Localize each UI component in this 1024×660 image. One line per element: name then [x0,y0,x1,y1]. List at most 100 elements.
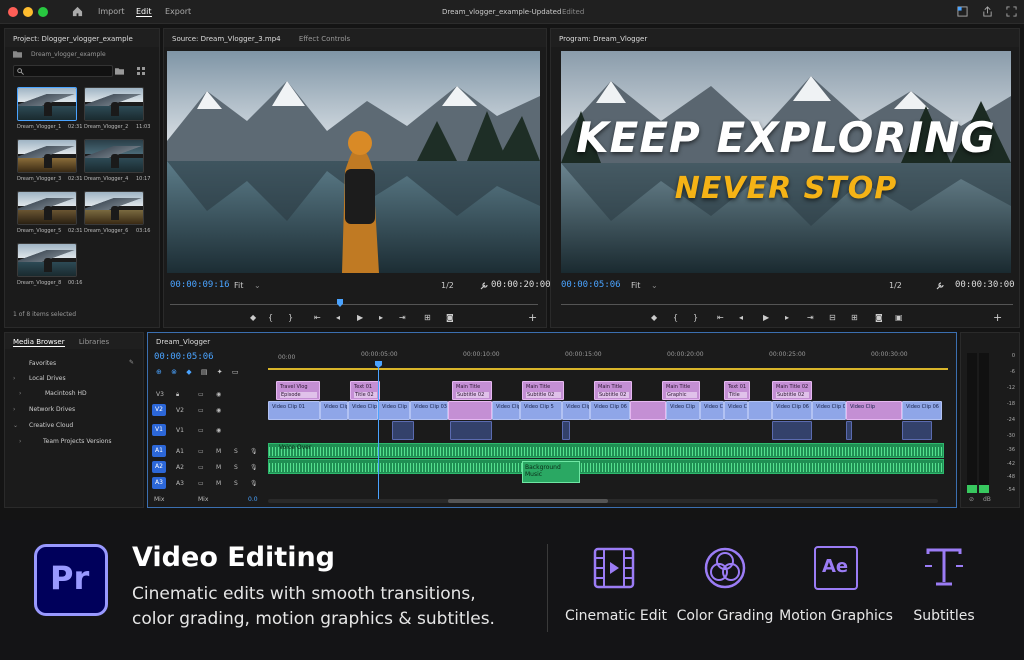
video-clip-thumbnail[interactable] [846,421,852,440]
chevron-right-icon[interactable]: › [19,390,21,397]
audio-clip-background-music[interactable]: Background Music [522,461,580,483]
audio-clip[interactable] [268,459,944,474]
chevron-down-icon[interactable]: ⌄ [13,422,18,429]
caption-track-icon[interactable]: ▭ [232,368,239,376]
video-clip[interactable]: Video Clip [700,401,724,420]
video-clip[interactable]: Video Clip 5 [520,401,562,420]
sync-icon[interactable]: ▭ [198,407,204,414]
title-clip[interactable]: Travel Vlog Episode [276,381,320,400]
video-clip[interactable]: Video Clip 03 [410,401,448,420]
audio-clip-voice-over[interactable]: Voice Over [268,443,944,458]
track-target-v1[interactable]: V1 [152,424,166,436]
clip-thumbnail[interactable] [17,139,77,173]
video-clip[interactable]: Video Clip [666,401,700,420]
title-clip[interactable]: Main Title Graphic [662,381,700,400]
media-item-team-projects[interactable]: Team Projects Versions [43,438,112,445]
snap-icon[interactable]: ⊕ [156,368,162,376]
play-icon[interactable]: ▶ [357,313,363,322]
go-to-out-icon[interactable]: ⇥ [399,313,406,322]
clip-thumbnail[interactable] [17,87,77,121]
timeline-scroll-thumb[interactable] [448,499,608,503]
time-ruler[interactable]: 00:00 00:00:05:00 00:00:10:00 00:00:15:0… [268,351,948,367]
mute-button[interactable]: M [216,464,221,471]
add-button-icon[interactable]: + [993,311,1002,324]
step-forward-icon[interactable]: ▸ [785,313,789,322]
grid-view-icon[interactable] [137,67,145,75]
track-target-a1[interactable]: A1 [152,445,166,457]
title-clip[interactable]: Text 01 Title 02 [350,381,380,400]
media-item-network-drives[interactable]: Network Drives [29,406,75,413]
camera-icon[interactable]: ◙ [446,313,454,322]
track-target-a3[interactable]: A3 [152,477,166,489]
step-back-icon[interactable]: ◂ [336,313,340,322]
mark-in-icon[interactable]: { [673,313,678,322]
libraries-tab[interactable]: Libraries [79,338,109,346]
source-scrubber[interactable] [170,304,538,305]
program-scrubber[interactable] [561,304,1013,305]
timeline-playhead[interactable] [378,363,379,499]
mute-button[interactable]: M [216,480,221,487]
video-clip[interactable]: Video Clip [724,401,748,420]
lift-icon[interactable]: ⊟ [829,313,836,322]
source-tab[interactable]: Source: Dream_Vlogger_3.mp4 [172,35,281,43]
close-window-button[interactable] [8,7,18,17]
compare-icon[interactable]: ▣ [895,313,903,322]
solo-button[interactable]: S [234,464,238,471]
fullscreen-icon[interactable] [1006,6,1017,17]
share-icon[interactable] [982,6,993,17]
play-icon[interactable]: ▶ [763,313,769,322]
sync-icon[interactable]: ▭ [198,464,204,471]
extract-icon[interactable]: ⊞ [851,313,858,322]
source-zoom-select[interactable]: Fit [234,281,243,290]
menu-export[interactable]: Export [165,7,191,16]
source-resolution-select[interactable]: 1/2 [441,281,454,290]
eye-icon[interactable]: ◉ [216,427,221,434]
step-back-icon[interactable]: ◂ [739,313,743,322]
clip-thumbnail[interactable] [17,191,77,225]
clip-thumbnail[interactable] [84,191,144,225]
mic-icon[interactable]: 🎙︎ [250,480,258,487]
menu-edit[interactable]: Edit [136,7,152,17]
video-clip[interactable]: Video Clip 03 [378,401,410,420]
title-clip[interactable]: Main Title Subtitle 02 [594,381,632,400]
workspace-icon[interactable] [957,6,968,17]
mix-value[interactable]: 0.0 [248,496,258,503]
title-clip[interactable]: Main Title Subtitle 02 [452,381,492,400]
chevron-down-icon[interactable]: ⌄ [651,281,658,290]
chevron-right-icon[interactable]: › [19,438,21,445]
wrench-icon[interactable] [936,282,944,290]
solo-button[interactable]: S [234,480,238,487]
marker-icon[interactable]: ◆ [651,313,657,322]
solo-meter-icon[interactable]: ⊘ [969,496,974,503]
video-clip-thumbnail[interactable] [392,421,414,440]
chevron-right-icon[interactable]: › [13,375,15,382]
source-playhead[interactable] [337,299,343,307]
track-target-v2[interactable]: V2 [152,404,166,416]
media-item-favorites[interactable]: Favorites [29,360,56,367]
media-item-creative-cloud[interactable]: Creative Cloud [29,422,73,429]
title-clip[interactable]: Text 01 Title [724,381,750,400]
chevron-down-icon[interactable]: ⌄ [254,281,261,290]
title-clip[interactable]: Main Title 02 Subtitle 02 [772,381,812,400]
minimize-window-button[interactable] [23,7,33,17]
eye-icon[interactable]: ◉ [216,407,221,414]
wrench-icon[interactable] [480,282,488,290]
video-clip[interactable]: Video Clip [846,401,902,420]
video-clip[interactable] [748,401,772,420]
track-target-a2[interactable]: A2 [152,461,166,473]
program-zoom-select[interactable]: Fit [631,281,640,290]
mark-out-icon[interactable]: } [288,313,293,322]
clip-thumbnail[interactable] [84,139,144,173]
linked-selection-icon[interactable]: ⊗ [171,368,177,376]
video-clip[interactable]: Video Clip [492,401,520,420]
title-clip[interactable]: Main Title Subtitle 02 [522,381,564,400]
video-clip[interactable]: Video Clip 03 [348,401,378,420]
sync-icon[interactable]: ▭ [198,448,204,455]
video-clip[interactable]: Video Clip 02 [320,401,348,420]
captions-icon[interactable]: ▤ [201,368,208,376]
media-item-local-drives[interactable]: Local Drives [29,375,66,382]
wrench-icon[interactable]: ✦ [217,368,223,376]
go-to-out-icon[interactable]: ⇥ [807,313,814,322]
chevron-right-icon[interactable]: › [13,406,15,413]
video-clip[interactable]: Video Clip 06 [812,401,846,420]
